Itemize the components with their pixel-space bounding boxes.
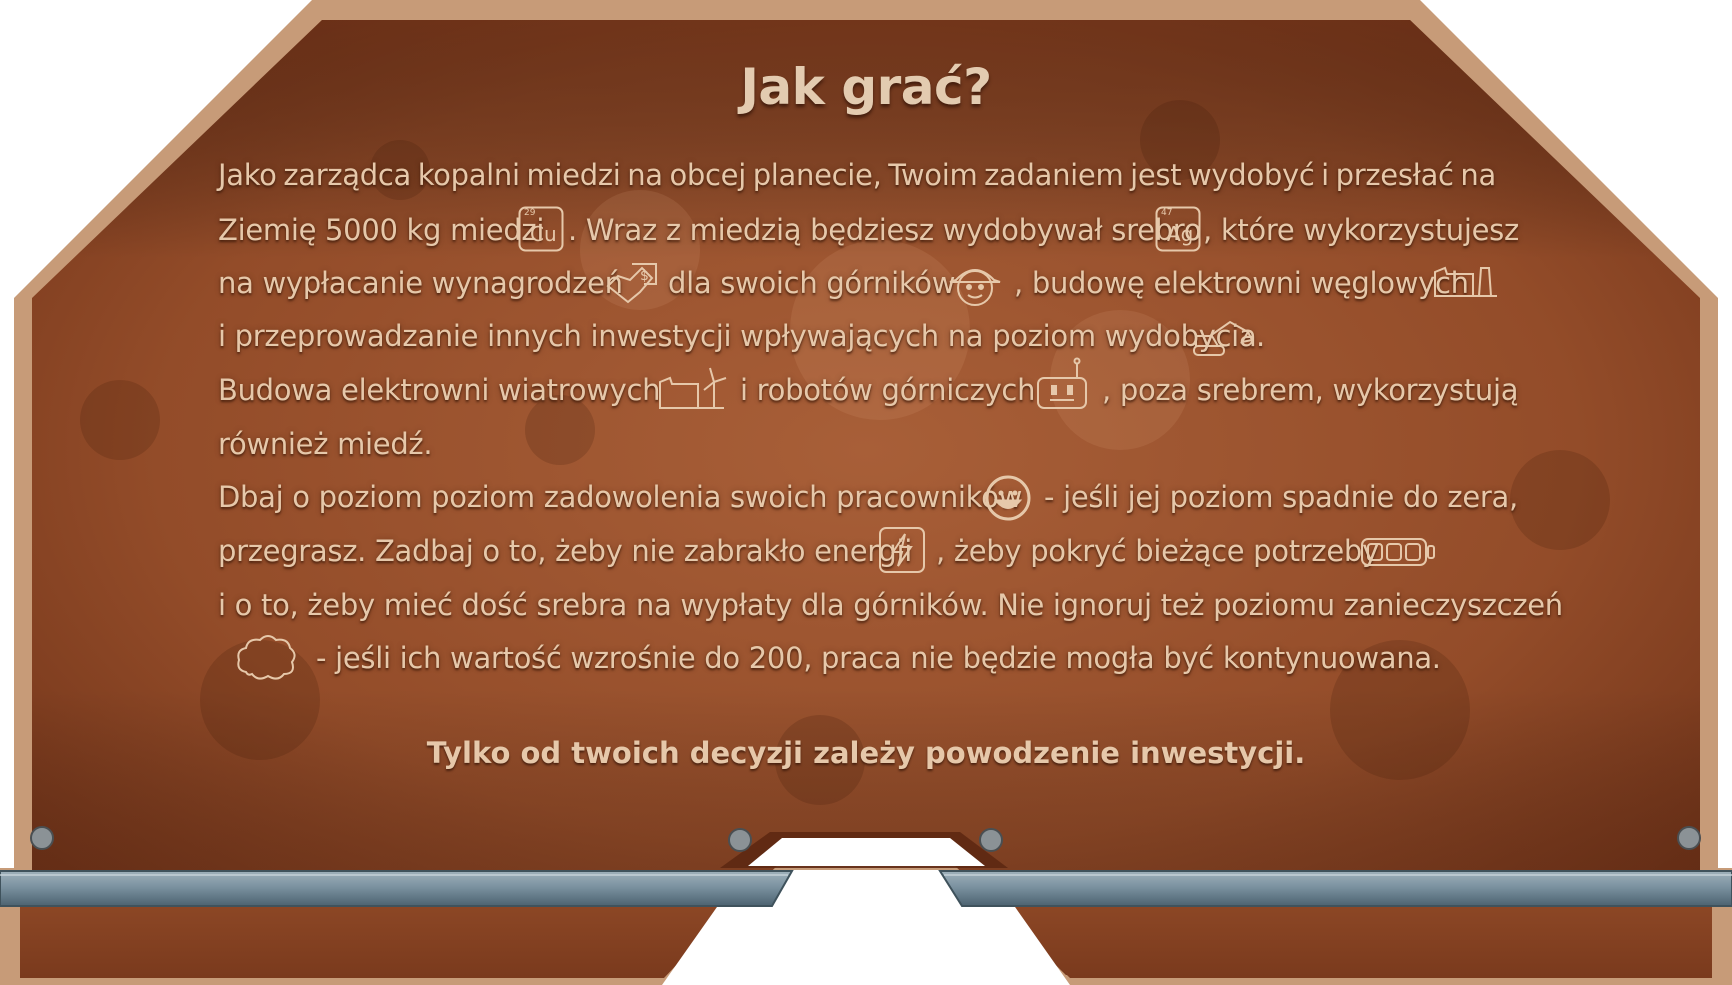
paragraph-line-8b: , żeby pokryć bieżące potrzeby (936, 534, 1379, 568)
word: Twoim (888, 158, 978, 192)
pollution-cloud-icon (234, 632, 298, 682)
lower-left-plate (20, 898, 740, 978)
paragraph-line-5c: , poza srebrem, wykorzystują (1102, 373, 1519, 407)
happy-face-icon (984, 474, 1032, 522)
word: wydobyć (1188, 158, 1315, 192)
word: miedzi (526, 158, 621, 192)
silver-element-icon: 47 Ag (1155, 206, 1201, 252)
miner-icon (948, 260, 1002, 308)
word: Jako (218, 158, 277, 192)
lower-right-plate (988, 898, 1712, 978)
paragraph-line-2c: , które wykorzystujesz (1203, 213, 1519, 247)
paragraph-line-4b: . (1256, 319, 1265, 353)
steel-rail-right (938, 870, 1732, 907)
paragraph-line-5a: Budowa elektrowni wiatrowych (218, 373, 661, 407)
paragraph-line-9: i o to, żeby mieć dość srebra na wypłaty… (218, 588, 1563, 622)
paragraph-line-7b: - jeśli jej poziom spadnie do zera, (1044, 480, 1518, 514)
word: na (1460, 158, 1496, 192)
paragraph-line-5b: i robotów górniczych (740, 373, 1036, 407)
word: przesłać (1335, 158, 1454, 192)
robot-icon (1036, 357, 1090, 410)
paragraph-line-2b: . Wraz z miedzią będziesz wydobywał sreb… (568, 213, 1202, 247)
word: zadaniem (984, 158, 1124, 192)
word: i (1321, 158, 1329, 192)
paragraph-line-1: Jako zarządca kopalni miedzi na obcej pl… (218, 158, 1496, 192)
word: planecie, (752, 158, 882, 192)
paragraph-line-3b: dla swoich górników (668, 266, 956, 300)
paragraph-line-3c: , budowę elektrowni węglowych (1014, 266, 1469, 300)
page-title: Jak grać? (740, 58, 992, 116)
svg-text:$: $ (640, 268, 649, 284)
wind-plant-icon (658, 366, 728, 410)
word: kopalni (417, 158, 520, 192)
coal-plant-icon (1433, 264, 1499, 298)
battery-icon (1360, 537, 1436, 567)
paragraph-line-3a: na wypłacanie wynagrodzeń (218, 266, 623, 300)
tagline: Tylko od twoich decyzji zależy powodzeni… (426, 736, 1306, 770)
excavator-icon (1192, 318, 1256, 358)
paragraph-line-4a: i przeprowadzanie innych inwestycji wpły… (218, 319, 1257, 353)
steel-rail-left (0, 870, 794, 907)
word: obcej (669, 158, 746, 192)
paragraph-line-8a: przegrasz. Zadbaj o to, żeby nie zabrakł… (218, 534, 913, 568)
word: na (627, 158, 663, 192)
energy-icon (878, 526, 926, 574)
paragraph-line-6: również miedź. (218, 427, 433, 461)
copper-element-icon: 29 Cu (518, 206, 564, 252)
paragraph-line-10: - jeśli ich wartość wzrośnie do 200, pra… (316, 641, 1441, 675)
paragraph-line-7a: Dbaj o poziom poziom zadowolenia swoich … (218, 480, 1022, 514)
money-icon: $ (604, 258, 660, 306)
paragraph-line-2a: Ziemię 5000 kg miedzi (218, 213, 545, 247)
word: zarządca (283, 158, 411, 192)
word: jest (1130, 158, 1182, 192)
